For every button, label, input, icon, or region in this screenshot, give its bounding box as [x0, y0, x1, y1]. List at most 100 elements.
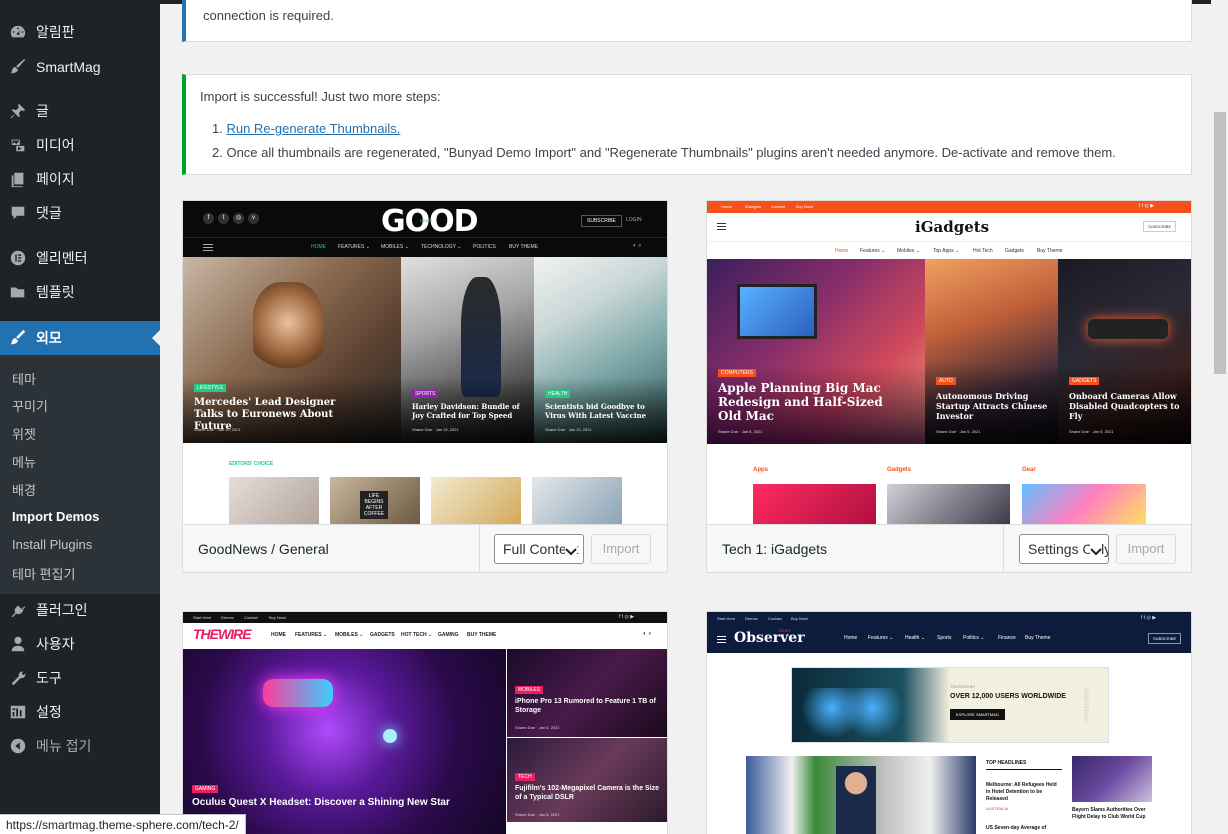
featured-image [746, 756, 976, 834]
submenu-theme-editor[interactable]: 테마 편집기 [12, 564, 75, 583]
demo-preview-observer[interactable]: Start Here Demos Contact Buy Now! f t ◎ … [707, 612, 1191, 834]
story-meta: Shane Doe · Jan 15, 2021 [194, 427, 241, 432]
menu-label: 댓글 [36, 205, 62, 221]
topnav-item: Home [721, 204, 732, 209]
appearance-submenu: 테마 꾸미기 위젯 메뉴 배경 Import Demos Install Plu… [0, 355, 160, 594]
menu-comments[interactable]: 댓글 [0, 196, 160, 230]
nav-item: Politics ⌄ [963, 635, 985, 641]
menu-label: SmartMag [36, 59, 101, 75]
ad-headline: OVER 12,000 USERS WORLDWIDE [950, 693, 1066, 700]
topnav-item: iGadgets [745, 204, 762, 209]
submenu-install-plugins[interactable]: Install Plugins [12, 537, 92, 552]
menu-media[interactable]: 미디어 [0, 128, 160, 162]
brush-icon [0, 50, 36, 84]
story-meta: Shane Doe · Jan 15, 2021 [412, 427, 459, 432]
plugin-icon [0, 593, 36, 627]
menu-appearance[interactable]: 외모 [0, 321, 160, 355]
category-tag: HEALTH [545, 390, 571, 398]
submenu-widgets[interactable]: 위젯 [12, 424, 36, 443]
category-tag: LIFESTYLE [194, 384, 227, 392]
nav-item: GAMING [438, 632, 459, 638]
side-image [1072, 756, 1152, 802]
divider [479, 525, 480, 572]
story-title: Oculus Quest X Headset: Discover a Shini… [192, 797, 450, 808]
menu-users[interactable]: 사용자 [0, 627, 160, 661]
nav-item: GADGETS [370, 632, 395, 638]
hero-image-1: COMPUTERS Apple Planning Big Mac Redesig… [707, 259, 925, 444]
wrench-icon [0, 661, 36, 695]
divider [986, 769, 1062, 770]
menu-posts[interactable]: 글 [0, 94, 160, 128]
scrollbar-thumb[interactable] [1214, 112, 1226, 374]
demo-footer: GoodNews / General Full Content Import [183, 524, 667, 572]
submenu-menus[interactable]: 메뉴 [12, 452, 36, 471]
page-scrollbar[interactable] [1211, 0, 1228, 834]
social-icons: f t ◎ v [203, 213, 263, 225]
hero-image-1: GAMING Oculus Quest X Headset: Discover … [183, 649, 506, 834]
nav-item: Health ⌄ [905, 635, 926, 641]
monitor [737, 284, 817, 339]
menu-label: 미디어 [36, 137, 75, 153]
menu-settings[interactable]: 설정 [0, 695, 160, 729]
hamburger-icon [717, 223, 726, 224]
submenu-import-demos[interactable]: Import Demos [12, 509, 99, 524]
menu-templates[interactable]: 템플릿 [0, 275, 160, 309]
twitter-icon: t [218, 213, 229, 224]
preview-header: f t ◎ v GOOD NEWS SUBSCRIBE LOGIN HOME F… [183, 201, 667, 257]
menu-dashboard[interactable]: 알림판 [0, 15, 160, 49]
regenerate-thumbnails-link[interactable]: Run Re-generate Thumbnails. [226, 121, 400, 136]
chevron-down-icon [565, 544, 577, 556]
goodnews-logo-sub: NEWS [420, 218, 432, 223]
import-type-select[interactable]: Full Content [494, 534, 584, 564]
step-2: 2. Once all thumbnails are regenerated, … [212, 145, 1116, 160]
menu-elementor[interactable]: 엘리멘터 [0, 241, 160, 275]
ad-image [802, 688, 902, 738]
social-icons: f t ◎ ▶ [1139, 203, 1155, 209]
story-meta: Shane Doe · Jan 5, 2021 [1069, 429, 1114, 434]
submenu-customize[interactable]: 꾸미기 [12, 396, 48, 415]
menu-plugins[interactable]: 플러그인 [0, 593, 160, 627]
igadgets-logo: iGadgets [915, 218, 990, 236]
menu-tools[interactable]: 도구 [0, 661, 160, 695]
section-title: Gadgets [887, 467, 912, 473]
nav-item: Top Apps ⌄ [933, 248, 960, 254]
observer-logo-sub: NEWS [779, 628, 791, 633]
demo-preview-goodnews[interactable]: f t ◎ v GOOD NEWS SUBSCRIBE LOGIN HOME F… [183, 201, 667, 525]
category-tag: MOBILES [515, 686, 544, 694]
media-icon [0, 128, 36, 162]
topnav-item: Contact [768, 616, 782, 621]
menu-smartmag[interactable]: SmartMag [0, 50, 160, 84]
nav-item: MOBILES ⌄ [381, 244, 409, 250]
headline-tag: AUSTRALIA [986, 806, 1009, 811]
preview-subscribe: SUBSCRIBE [581, 215, 622, 227]
category-tag: COMPUTERS [718, 369, 756, 377]
admin-sidebar: 알림판 SmartMag 글 미디어 페이지 댓글 엘리멘터 템플릿 외모 테마… [0, 0, 160, 834]
info-notice: connection is required. [182, 0, 1192, 42]
demo-preview-igadgets[interactable]: Home iGadgets Contact Buy Now! f t ◎ ▶ i… [707, 201, 1191, 525]
nav-item: Hot Tech [973, 248, 993, 254]
submenu-themes[interactable]: 테마 [12, 369, 36, 388]
pin-icon [0, 94, 36, 128]
import-button[interactable]: Import [591, 534, 651, 564]
nav-item: POLITICS [473, 244, 496, 250]
import-button[interactable]: Import [1116, 534, 1176, 564]
page-icon [0, 162, 36, 196]
story-title: Fujifilm's 102-Megapixel Camera is the S… [515, 785, 660, 801]
facebook-icon: f [203, 213, 214, 224]
menu-collapse[interactable]: 메뉴 접기 [0, 729, 160, 763]
menu-pages[interactable]: 페이지 [0, 162, 160, 196]
submenu-background[interactable]: 배경 [12, 480, 36, 499]
divider [1003, 525, 1004, 572]
instagram-icon: ◎ [233, 213, 244, 224]
story-meta: Shane Doe · Jan 15, 2021 [545, 427, 592, 432]
preview-subscribe: SUBSCRIBE [1148, 633, 1182, 644]
ad-banner: TRUSTED BY OVER 12,000 USERS WORLDWIDE E… [791, 667, 1109, 743]
topnav-item: Start Here [193, 615, 212, 620]
demo-preview-thewire[interactable]: Start Here Demos Contact Buy Now! f t ◎ … [183, 612, 667, 834]
story-title: Scientists bid Goodbye to Virus With Lat… [545, 402, 647, 420]
import-type-select[interactable]: Settings Only [1019, 534, 1109, 564]
chevron-down-icon [1090, 544, 1102, 556]
nav-item: HOME [311, 244, 326, 250]
hero-image-2: SPORTS Harley Davidson: Bundle of Joy Cr… [401, 257, 534, 443]
success-intro: Import is successful! Just two more step… [200, 89, 441, 104]
